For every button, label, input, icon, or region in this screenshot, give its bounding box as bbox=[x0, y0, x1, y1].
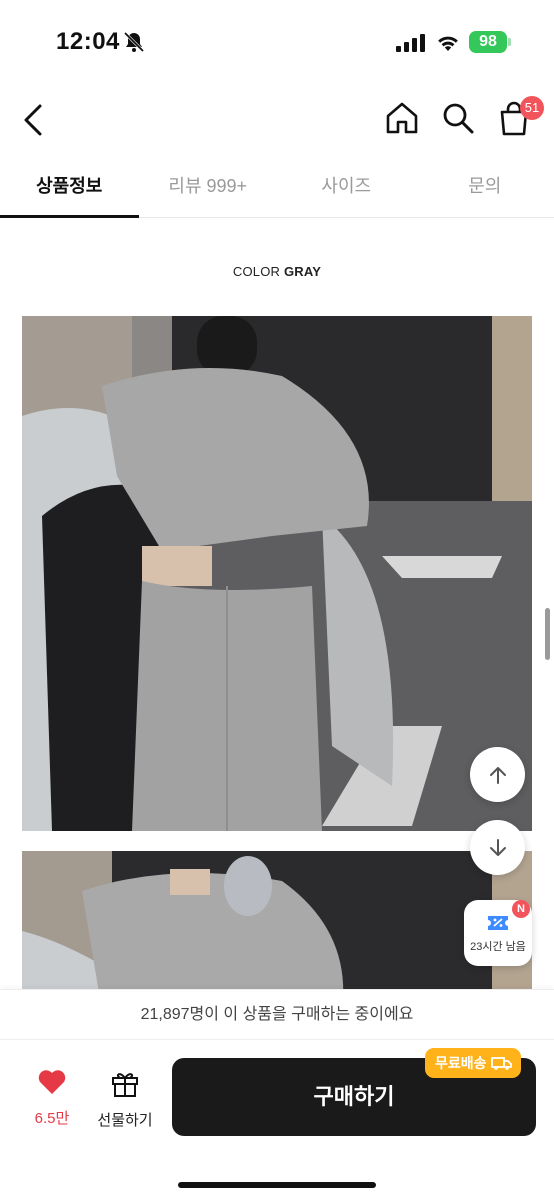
bottom-action-bar: 6.5만 선물하기 구매하기 무료배송 bbox=[0, 1039, 554, 1200]
like-count: 6.5만 bbox=[34, 1110, 70, 1127]
arrow-down-icon bbox=[489, 838, 506, 856]
top-navigation: 51 bbox=[0, 90, 554, 150]
purchasing-now-banner: 21,897명이 이 상품을 구매하는 중이에요 bbox=[0, 989, 554, 1039]
scrollbar-thumb[interactable] bbox=[545, 608, 550, 660]
status-bar: 12:04 98 bbox=[0, 0, 554, 80]
like-button[interactable]: 6.5만 bbox=[24, 1068, 80, 1128]
new-badge: N bbox=[512, 900, 530, 918]
back-arrow-icon[interactable] bbox=[18, 100, 50, 140]
arrow-up-icon bbox=[489, 766, 506, 784]
home-icon[interactable] bbox=[382, 98, 422, 138]
color-value: GRAY bbox=[283, 264, 322, 279]
free-shipping-label: 무료배송 bbox=[435, 1055, 487, 1071]
home-indicator[interactable] bbox=[178, 1182, 376, 1188]
cart-count-badge: 51 bbox=[520, 96, 544, 120]
scroll-top-button[interactable] bbox=[470, 747, 525, 802]
free-shipping-badge: 무료배송 bbox=[425, 1048, 521, 1078]
tab-size[interactable]: 사이즈 bbox=[277, 158, 416, 217]
product-photo-2-image bbox=[22, 851, 532, 1011]
bell-slash-icon bbox=[123, 31, 145, 53]
product-photo-2 bbox=[22, 851, 532, 1011]
product-photo-1-image bbox=[22, 316, 532, 831]
coupon-remaining-time: 23시간 남음 bbox=[470, 941, 526, 953]
color-label: COLOR GRAY bbox=[0, 264, 554, 279]
gift-label: 선물하기 bbox=[97, 1112, 153, 1129]
battery-level: 98 bbox=[469, 31, 507, 53]
scroll-bottom-button[interactable] bbox=[470, 820, 525, 875]
tab-inquiry[interactable]: 문의 bbox=[416, 158, 554, 217]
gift-icon bbox=[112, 1073, 138, 1097]
signal-icon bbox=[396, 34, 425, 52]
truck-icon bbox=[490, 1057, 512, 1070]
gift-button[interactable]: 선물하기 bbox=[92, 1068, 158, 1130]
battery-tip bbox=[508, 38, 511, 46]
color-prefix: COLOR bbox=[232, 264, 281, 279]
search-icon[interactable] bbox=[438, 98, 478, 138]
status-time: 12:04 bbox=[56, 28, 120, 55]
coupon-timer-button[interactable]: N 23시간 남음 bbox=[464, 900, 532, 966]
product-tabs: 상품정보 리뷰 999+ 사이즈 문의 bbox=[0, 158, 554, 218]
product-photo-1 bbox=[22, 316, 532, 831]
tab-product-info[interactable]: 상품정보 bbox=[0, 158, 139, 218]
coupon-icon bbox=[488, 916, 508, 930]
tab-reviews[interactable]: 리뷰 999+ bbox=[139, 158, 278, 217]
heart-icon bbox=[38, 1070, 66, 1094]
wifi-icon bbox=[438, 36, 458, 51]
